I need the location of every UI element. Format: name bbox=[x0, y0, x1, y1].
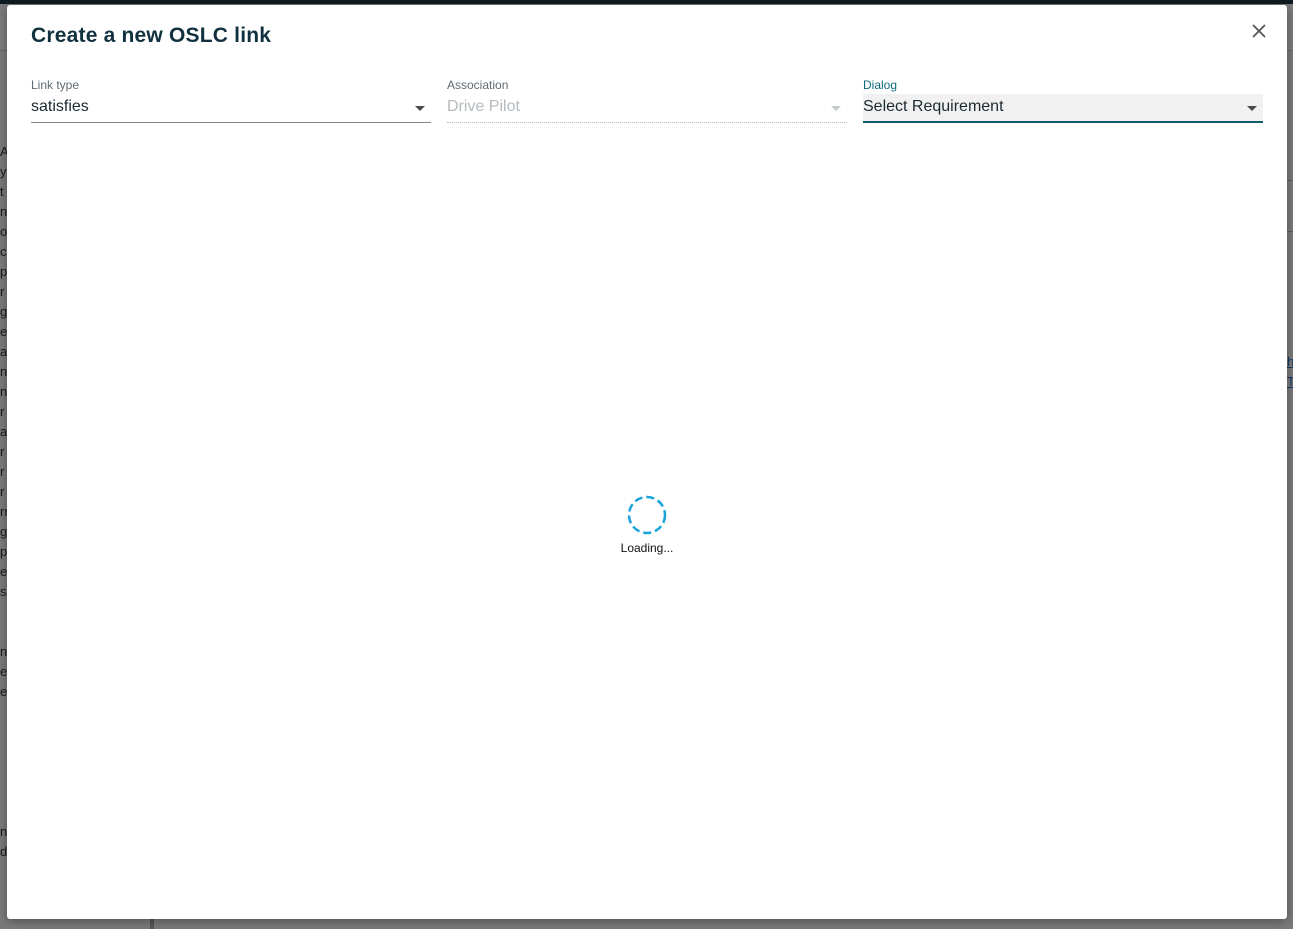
dialog-value: Select Requirement bbox=[863, 98, 1004, 115]
association-value: Drive Pilot bbox=[447, 98, 520, 115]
link-type-select[interactable]: satisfies bbox=[31, 94, 431, 123]
background-link: ha bbox=[1287, 354, 1293, 369]
association-field: Association Drive Pilot bbox=[447, 78, 847, 124]
association-select: Drive Pilot bbox=[447, 94, 847, 123]
link-type-value: satisfies bbox=[31, 98, 89, 115]
loading-indicator: Loading... bbox=[607, 495, 687, 565]
background-right-links: ha T bbox=[1287, 352, 1293, 392]
create-oslc-link-dialog: Create a new OSLC link Link type satisfi… bbox=[7, 5, 1287, 919]
dialog-field: Dialog Select Requirement bbox=[863, 78, 1263, 124]
association-label: Association bbox=[447, 78, 509, 92]
link-type-label: Link type bbox=[31, 78, 80, 92]
background-right-panel bbox=[1287, 180, 1293, 232]
loading-spinner-icon bbox=[627, 495, 667, 535]
background-link: T bbox=[1287, 374, 1293, 389]
chevron-down-icon bbox=[415, 106, 425, 111]
chevron-down-icon bbox=[1247, 106, 1257, 111]
link-type-field: Link type satisfies bbox=[31, 78, 431, 124]
dialog-title: Create a new OSLC link bbox=[31, 24, 272, 47]
background-divider bbox=[150, 918, 154, 929]
close-button[interactable] bbox=[1249, 21, 1269, 41]
close-icon bbox=[1249, 21, 1269, 41]
dialog-select[interactable]: Select Requirement bbox=[863, 94, 1263, 123]
chevron-down-icon bbox=[831, 106, 841, 111]
dialog-label: Dialog bbox=[863, 78, 898, 92]
loading-text: Loading... bbox=[620, 541, 674, 555]
